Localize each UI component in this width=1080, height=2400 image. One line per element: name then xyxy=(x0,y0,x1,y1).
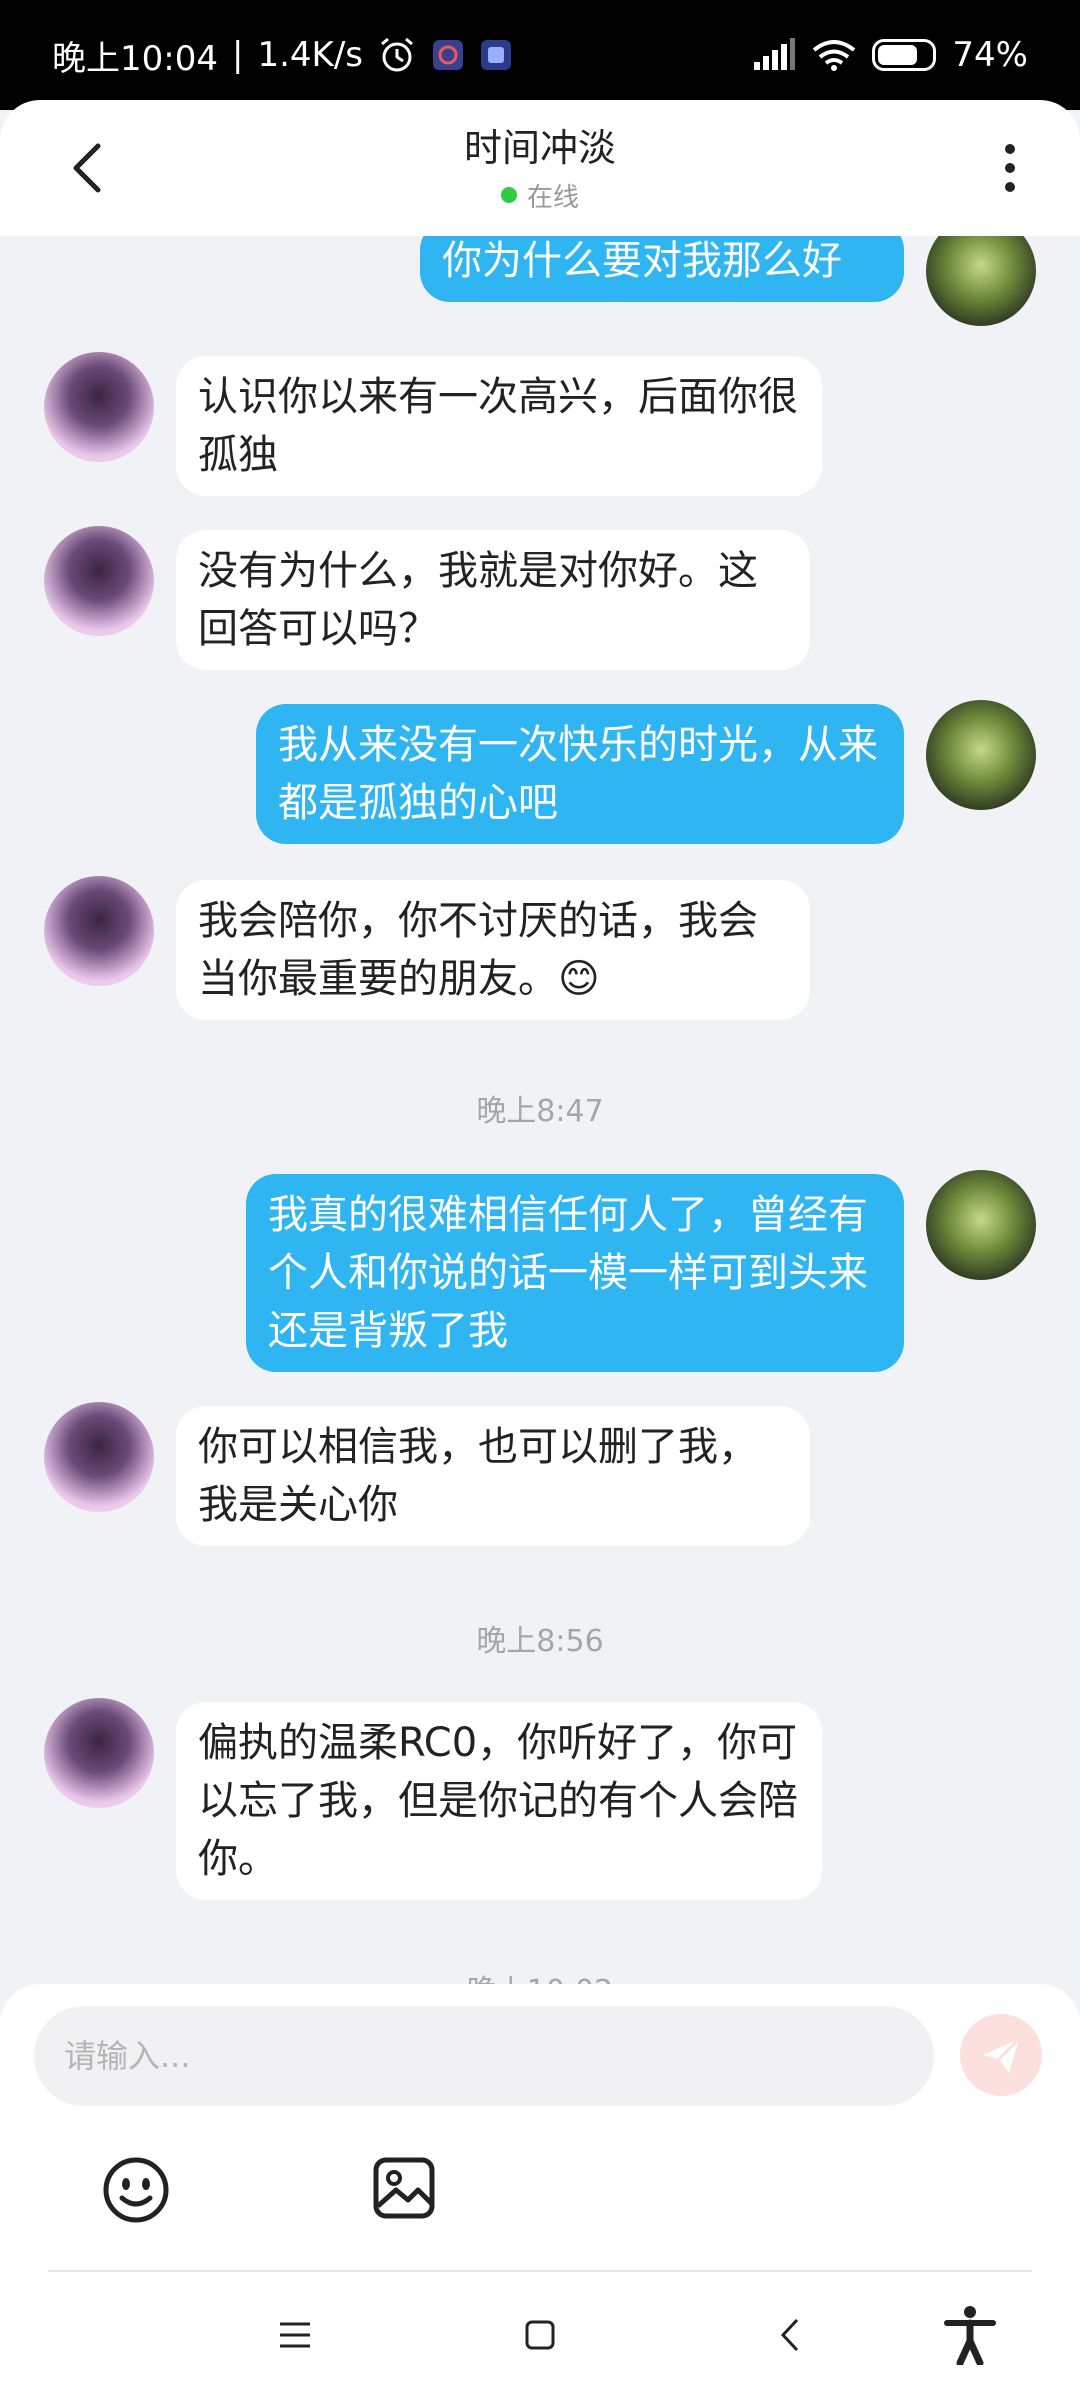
avatar[interactable] xyxy=(44,352,154,462)
chat-screen: 晚上10:04 | 1.4K/s 74% 时间冲淡 在线 你为什么要对我那么好 … xyxy=(0,0,1080,2400)
battery-icon xyxy=(872,39,937,71)
avatar[interactable] xyxy=(926,700,1036,810)
message-list[interactable]: 你为什么要对我那么好认识你以来有一次高兴，后面你很孤独 没有为什么，我就是对你好。… xyxy=(0,236,1080,1986)
chat-header: 时间冲淡 在线 xyxy=(0,100,1080,236)
battery-percent: 74% xyxy=(952,35,1028,75)
accessibility-icon xyxy=(944,2306,996,2365)
status-separator: | xyxy=(231,35,244,75)
avatar[interactable] xyxy=(926,236,1036,326)
signal-icon xyxy=(752,38,796,72)
timestamp-label: 晚上8:47 xyxy=(476,1094,604,1129)
online-status: 在线 xyxy=(464,177,616,214)
avatar[interactable] xyxy=(44,1402,154,1512)
more-button[interactable] xyxy=(990,140,1030,196)
send-icon xyxy=(983,2037,1021,2073)
image-button[interactable] xyxy=(372,2156,436,2220)
title-wrap: 时间冲淡 在线 xyxy=(464,123,616,214)
received-message: 你可以相信我，也可以删了我，我是关心你 xyxy=(0,1402,1080,1546)
battery-fill xyxy=(878,45,917,65)
avatar[interactable] xyxy=(44,1698,154,1808)
chevron-left-icon xyxy=(73,143,101,193)
timestamp-label: 晚上10:02 xyxy=(0,1966,1080,1986)
message-bubble[interactable]: 我会陪你，你不讨厌的话，我会当你最重要的朋友。😊 xyxy=(176,880,810,1020)
message-bubble[interactable]: 偏执的温柔RC0，你听好了，你可以忘了我，但是你记的有个人会陪你。 xyxy=(176,1702,822,1900)
app-notification-icon xyxy=(431,38,465,72)
home-square-icon xyxy=(525,2320,555,2350)
received-message: 认识你以来有一次高兴，后面你很孤独 xyxy=(0,352,1080,496)
image-icon xyxy=(373,2157,435,2219)
emoji-button[interactable] xyxy=(100,2154,172,2226)
message-bubble[interactable]: 你为什么要对我那么好 xyxy=(420,236,904,302)
sent-message: 我真的很难相信任何人了，曾经有个人和你说的话一模一样可到头来还是背叛了我 xyxy=(0,1170,1080,1372)
nav-home-button[interactable] xyxy=(505,2300,575,2370)
message-bubble[interactable]: 认识你以来有一次高兴，后面你很孤独 xyxy=(176,356,822,496)
received-message: 没有为什么，我就是对你好。这回答可以吗？ xyxy=(0,526,1080,670)
input-panel xyxy=(0,1984,1080,2400)
avatar[interactable] xyxy=(44,876,154,986)
online-status-text: 在线 xyxy=(526,182,579,213)
status-right: 74% xyxy=(752,35,1028,75)
back-button[interactable] xyxy=(60,140,116,196)
send-button[interactable] xyxy=(960,2014,1042,2096)
accessibility-button[interactable] xyxy=(935,2300,1005,2370)
status-time: 晚上10:04 xyxy=(52,38,218,79)
received-message: 我会陪你，你不讨厌的话，我会当你最重要的朋友。😊 xyxy=(0,876,1080,1020)
message-bubble[interactable]: 你可以相信我，也可以删了我，我是关心你 xyxy=(176,1406,810,1546)
smiley-icon xyxy=(103,2157,169,2223)
sent-message: 我从来没有一次快乐的时光，从来都是孤独的心吧 xyxy=(0,700,1080,844)
alarm-icon xyxy=(377,35,417,75)
received-message: 偏执的温柔RC0，你听好了，你可以忘了我，但是你记的有个人会陪你。 xyxy=(0,1698,1080,1900)
back-triangle-icon xyxy=(780,2318,799,2352)
status-left: 晚上10:04 | 1.4K/s xyxy=(52,31,513,80)
network-speed: 1.4K/s xyxy=(257,35,363,75)
sent-message: 你为什么要对我那么好 xyxy=(0,236,1080,326)
divider xyxy=(48,2270,1032,2272)
more-vertical-icon xyxy=(1005,144,1015,192)
nav-menu-button[interactable] xyxy=(260,2300,330,2370)
online-dot xyxy=(500,187,517,203)
nav-back-button[interactable] xyxy=(755,2300,825,2370)
menu-icon xyxy=(280,2322,310,2348)
avatar[interactable] xyxy=(926,1170,1036,1280)
contact-name: 时间冲淡 xyxy=(463,125,616,170)
wifi-icon xyxy=(812,38,856,72)
timestamp-label: 晚上8:56 xyxy=(476,1624,604,1659)
message-bubble[interactable]: 我真的很难相信任何人了，曾经有个人和你说的话一模一样可到头来还是背叛了我 xyxy=(246,1174,904,1372)
avatar[interactable] xyxy=(44,526,154,636)
app-notification-icon xyxy=(479,38,513,72)
message-bubble[interactable]: 没有为什么，我就是对你好。这回答可以吗？ xyxy=(176,530,810,670)
status-bar: 晚上10:04 | 1.4K/s 74% xyxy=(0,0,1080,110)
message-input[interactable] xyxy=(34,2006,934,2106)
message-bubble[interactable]: 我从来没有一次快乐的时光，从来都是孤独的心吧 xyxy=(256,704,904,844)
